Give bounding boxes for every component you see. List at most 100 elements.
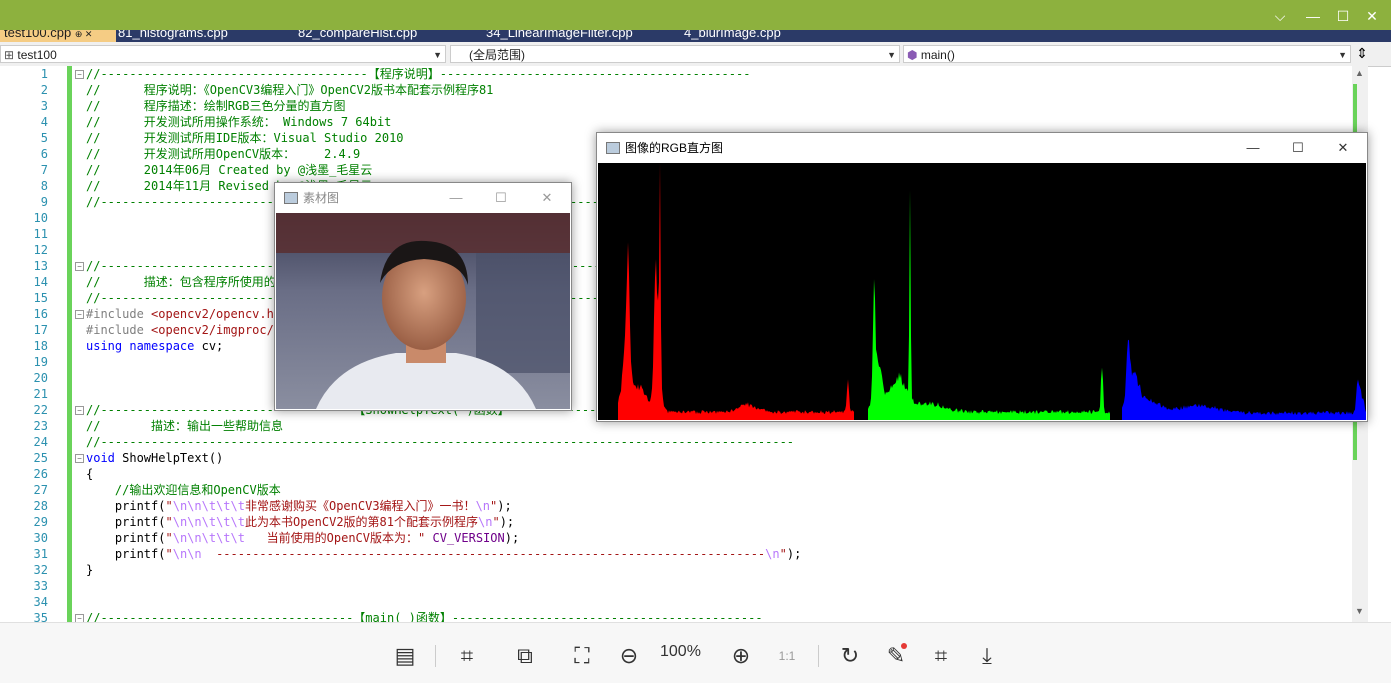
line-number: 9 — [40, 195, 48, 209]
line-number: 35 — [33, 611, 48, 622]
code-line: // 程序说明：《OpenCV3编程入门》OpenCV2版书本配套示例程序81 — [86, 83, 494, 97]
line-number: 13 — [33, 259, 48, 273]
close-icon[interactable]: ✕ — [532, 183, 562, 213]
histogram-canvas — [598, 163, 1366, 420]
line-number: 19 — [33, 355, 48, 369]
code-line: // 程序描述：绘制RGB三色分量的直方图 — [86, 99, 346, 113]
tab-comparehist[interactable]: 82_compareHist.cpp — [294, 30, 482, 42]
project-dropdown[interactable]: ⊞ test100 ▼ — [0, 45, 446, 63]
chevron-down-icon[interactable]: ⌵ — [1270, 6, 1290, 26]
member-label: main() — [920, 48, 955, 62]
window-icon — [606, 142, 620, 154]
crop-icon[interactable]: ⌗ — [926, 641, 956, 671]
scroll-down-icon[interactable]: ▼ — [1355, 606, 1364, 616]
fold-toggle-icon[interactable]: − — [75, 614, 84, 622]
split-icon[interactable]: ⇕ — [1354, 45, 1370, 63]
tab-label: 82_compareHist.cpp — [298, 30, 418, 40]
maximize-icon[interactable]: ☐ — [486, 183, 516, 213]
zoom-level: 100% — [660, 643, 701, 660]
line-number: 3 — [40, 99, 48, 113]
pin-icon[interactable]: ⊕ ✕ — [75, 30, 93, 39]
minimize-icon[interactable]: — — [441, 183, 471, 213]
extract-icon[interactable]: ⧉ — [510, 641, 540, 671]
project-icon: ⊞ — [4, 48, 15, 62]
fold-toggle-icon[interactable]: − — [75, 262, 84, 271]
code-line: printf("\n\n\t\t\t非常感谢购买《OpenCV3编程入门》一书！… — [86, 499, 512, 513]
line-number: 17 — [33, 323, 48, 337]
minimize-icon[interactable]: — — [1303, 6, 1323, 26]
histogram-window-titlebar[interactable]: 图像的RGB直方图 — ☐ ✕ — [597, 133, 1367, 163]
code-line: //-------------------------------------【… — [86, 67, 751, 81]
ocr-text-icon[interactable]: ⌗ — [452, 641, 482, 671]
line-number: 32 — [33, 563, 48, 577]
minimize-icon[interactable]: — — [1238, 133, 1268, 163]
chevron-down-icon: ▼ — [1338, 50, 1347, 60]
window-title: 图像的RGB直方图 — [625, 141, 724, 155]
line-number: 5 — [40, 131, 48, 145]
maximize-icon[interactable]: ☐ — [1283, 133, 1313, 163]
project-label: test100 — [17, 48, 57, 62]
viewer-title-bar: ⌵ — ☐ ✕ — [0, 0, 1391, 30]
navigation-bar: ⊞ test100 ▼ (全局范围) ▼ ⬢ main() ▼ ⇕ — [0, 42, 1391, 67]
function-icon: ⬢ — [907, 48, 918, 62]
code-line: //输出欢迎信息和OpenCV版本 — [86, 483, 281, 497]
rotate-icon[interactable]: ↻ — [835, 641, 865, 671]
close-icon[interactable]: ✕ — [1362, 6, 1382, 26]
line-number: 6 — [40, 147, 48, 161]
fold-toggle-icon[interactable]: − — [75, 406, 84, 415]
actual-size-icon[interactable]: 1:1 — [772, 641, 802, 671]
line-number: 23 — [33, 419, 48, 433]
download-icon[interactable]: ⤓ — [972, 641, 1002, 671]
line-number: 34 — [33, 595, 48, 609]
code-line: printf("\n\n ---------------------------… — [86, 547, 802, 561]
code-line: // 开发测试所用操作系统： Windows 7 64bit — [86, 115, 392, 129]
fold-toggle-icon[interactable]: − — [75, 310, 84, 319]
line-number: 25 — [33, 451, 48, 465]
change-indicator-bar — [67, 66, 72, 622]
chevron-down-icon: ▼ — [887, 50, 896, 60]
code-line: #include <opencv2/opencv.hpp> — [86, 307, 296, 321]
tab-histograms[interactable]: 81_histograms.cpp — [114, 30, 294, 42]
scope-dropdown[interactable]: (全局范围) ▼ — [450, 45, 900, 63]
line-number: 28 — [33, 499, 48, 513]
line-number: 2 — [40, 83, 48, 97]
code-line: using namespace cv; — [86, 339, 224, 353]
tab-label: 4_blurImage.cpp — [684, 30, 781, 40]
layout-icon[interactable]: ▤ — [390, 641, 420, 671]
tab-linearimagefilter[interactable]: 34_LinearImageFilter.cpp — [482, 30, 680, 42]
code-line: // 开发测试所用IDE版本：Visual Studio 2010 — [86, 131, 404, 145]
tab-blurimage[interactable]: 4_blurImage.cpp — [680, 30, 844, 42]
tab-label: 81_histograms.cpp — [118, 30, 228, 40]
code-line: void ShowHelpText() — [86, 451, 224, 465]
photo-window[interactable]: 素材图 — ☐ ✕ — [274, 182, 572, 411]
code-line: printf("\n\n\t\t\t此为本书OpenCV2版的第81个配套示例程… — [86, 515, 515, 529]
line-number: 26 — [33, 467, 48, 481]
code-line: { — [86, 467, 94, 481]
line-number: 24 — [33, 435, 48, 449]
line-number: 12 — [33, 243, 48, 257]
fold-toggle-icon[interactable]: − — [75, 70, 84, 79]
scope-label: (全局范围) — [469, 48, 525, 62]
close-icon[interactable]: ✕ — [1328, 133, 1358, 163]
fold-toggle-icon[interactable]: − — [75, 454, 84, 463]
fit-screen-icon[interactable]: ⛶ — [567, 641, 597, 671]
zoom-out-icon[interactable]: ⊖ — [614, 641, 644, 671]
line-number: 15 — [33, 291, 48, 305]
line-number: 22 — [33, 403, 48, 417]
chevron-down-icon: ▼ — [433, 50, 442, 60]
line-number: 14 — [33, 275, 48, 289]
member-dropdown[interactable]: ⬢ main() ▼ — [903, 45, 1351, 63]
line-number: 1 — [40, 67, 48, 81]
code-line: //-----------------------------------【ma… — [86, 611, 763, 622]
line-number: 11 — [33, 227, 48, 241]
scroll-up-icon[interactable]: ▲ — [1355, 68, 1364, 78]
code-line: // 描述：输出一些帮助信息 — [86, 419, 284, 433]
line-number: 30 — [33, 531, 48, 545]
line-number: 16 — [33, 307, 48, 321]
window-icon — [284, 192, 298, 204]
histogram-window[interactable]: 图像的RGB直方图 — ☐ ✕ — [596, 132, 1368, 422]
zoom-in-icon[interactable]: ⊕ — [726, 641, 756, 671]
maximize-icon[interactable]: ☐ — [1333, 6, 1353, 26]
photo-window-titlebar[interactable]: 素材图 — ☐ ✕ — [275, 183, 571, 213]
tab-test100[interactable]: test100.cpp ⊕ ✕ — [0, 30, 116, 42]
